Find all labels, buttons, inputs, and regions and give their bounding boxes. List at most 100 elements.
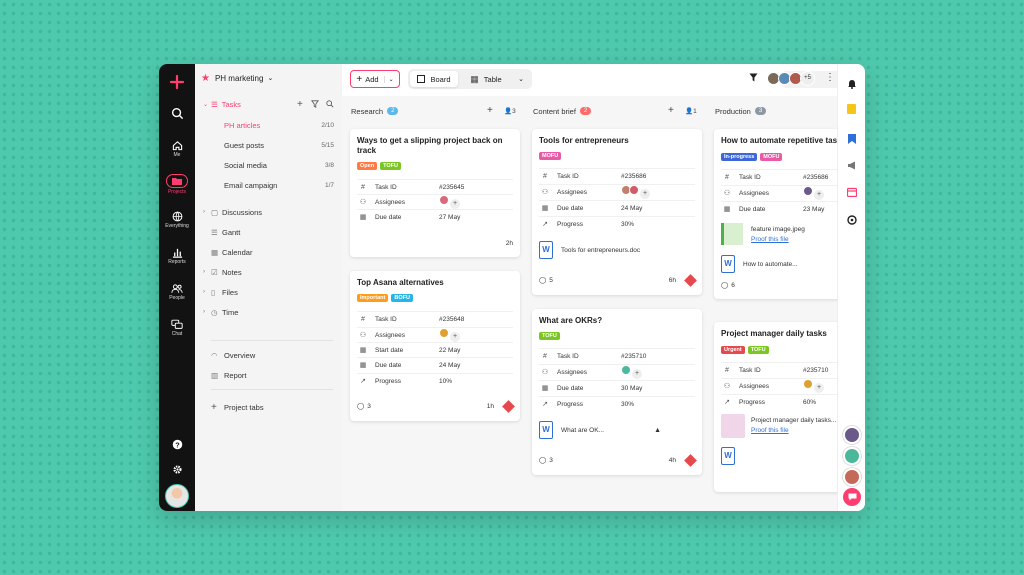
notification-button[interactable] (847, 76, 857, 94)
file-icon: ▯ (211, 287, 216, 297)
add-assignee-button[interactable]: + (814, 190, 824, 200)
settings-button[interactable] (159, 464, 195, 476)
add-list-icon[interactable]: + (297, 99, 303, 110)
add-assignee-button[interactable]: + (450, 332, 460, 342)
avatar[interactable] (843, 447, 861, 465)
task-list-item[interactable]: Email campaign 1/7 (195, 178, 342, 192)
column-count-badge: 2 (579, 107, 592, 115)
attachment[interactable]: W Tools for entrepreneurs.doc (539, 238, 695, 262)
member-avatars[interactable]: +5 (767, 71, 815, 86)
project-tabs-button[interactable]: + Project tabs (195, 400, 342, 414)
folder-icon (166, 174, 188, 188)
task-list-item[interactable]: Social media 3/8 (195, 158, 342, 172)
add-assignee-button[interactable]: + (632, 369, 642, 379)
more-views-button[interactable]: ⌄ (512, 71, 530, 87)
column-header-research: Research 2 (351, 104, 399, 118)
sidebar-item-time[interactable]: › ◷ Time (195, 305, 342, 319)
globe-icon (172, 211, 182, 222)
task-card[interactable]: Tools for entrepreneurs MOFU # Task ID #23… (532, 129, 702, 295)
nav-everything[interactable]: Everything (159, 211, 195, 229)
add-assignee-button[interactable]: + (450, 199, 460, 209)
field-value: 30% (621, 400, 635, 408)
tag-important: Important (357, 294, 389, 302)
more-options-icon[interactable]: ⋮ (825, 72, 835, 83)
filter-icon[interactable] (311, 100, 319, 108)
attachment[interactable]: W (721, 444, 837, 468)
column-people: 👤1 (685, 107, 697, 115)
calendar-button[interactable] (846, 184, 858, 202)
filter-icon (749, 73, 758, 82)
field-start-date: ▦ Start date 22 May (357, 342, 513, 357)
help-button[interactable]: ? (159, 439, 195, 451)
task-card[interactable]: How to automate repetitive tasks In-prog… (714, 129, 837, 299)
tag-urgent: Urgent (721, 346, 745, 354)
field-label: Due date (375, 213, 402, 221)
sidebar-item-files[interactable]: › ▯ Files (195, 285, 342, 299)
add-assignee-button[interactable]: + (814, 383, 824, 393)
field-label: Assignees (375, 331, 405, 339)
announcement-button[interactable] (847, 157, 857, 175)
sticky-note-icon[interactable] (847, 104, 856, 114)
sidebar-item-overview[interactable]: ◠ Overview (195, 348, 342, 362)
board-view-button[interactable]: Board (410, 71, 458, 87)
task-card[interactable]: Ways to get a slipping project back on t… (350, 129, 520, 257)
field-label: Progress (739, 398, 766, 406)
table-view-button[interactable]: ▦ Table (462, 71, 510, 87)
field-task-id: # Task ID #235686 (721, 169, 837, 184)
search-icon[interactable] (326, 100, 334, 108)
user-avatar[interactable] (165, 484, 189, 508)
filter-button[interactable] (749, 73, 758, 84)
comment-icon: ◯ (539, 457, 547, 464)
field-value: 22 May (439, 346, 461, 354)
comment-icon: ◯ (357, 403, 365, 410)
nav-people[interactable]: People (159, 283, 195, 301)
task-card[interactable]: Project manager daily tasks Urgent TOFU #… (714, 322, 837, 492)
project-switcher[interactable]: ★ PH marketing ⌄ (195, 71, 342, 85)
timer-button[interactable] (847, 212, 857, 230)
search-button[interactable] (159, 107, 195, 121)
nav-reports[interactable]: Reports (159, 247, 195, 265)
sidebar-item-discussions[interactable]: › ▢ Discussions (195, 205, 342, 219)
add-assignee-button[interactable]: + (640, 189, 650, 199)
bookmark-button[interactable] (848, 131, 856, 149)
word-doc-icon: W (721, 447, 735, 465)
sidebar-item-notes[interactable]: › ☑ Notes (195, 265, 342, 279)
sidebar-item-gantt[interactable]: ☰ Gantt (195, 225, 342, 239)
nav-chat[interactable]: Chat (159, 319, 195, 337)
task-card[interactable]: What are OKRs? TOFU # Task ID #235710 ⚇ Ass… (532, 309, 702, 475)
column-title: Content brief (533, 106, 576, 116)
add-task-button[interactable]: + (487, 105, 493, 116)
sidebar-item-calendar[interactable]: ▦ Calendar (195, 245, 342, 259)
add-button[interactable]: + Add ⌄ (350, 70, 400, 88)
hash-icon: # (361, 315, 365, 323)
card-footer: ◯ 6 (721, 279, 837, 291)
task-list-item[interactable]: Guest posts 5/15 (195, 138, 342, 152)
proof-link[interactable]: Proof this file (751, 236, 805, 243)
board-label: Board (430, 74, 451, 84)
task-card[interactable]: Top Asana alternatives Important BOFU # Ta… (350, 271, 520, 421)
attachment[interactable]: W How to automate... (721, 252, 837, 276)
create-button[interactable] (159, 74, 195, 91)
time-estimate: 4h (668, 456, 676, 464)
avatar[interactable] (843, 468, 861, 486)
chat-button[interactable] (843, 488, 861, 506)
field-progress: ↗ Progress 30% (539, 216, 695, 231)
chevron-down-icon: ⌄ (518, 76, 524, 83)
sidebar-item-label: Overview (224, 350, 256, 360)
field-due-date: ▦ Due date 24 May (357, 357, 513, 372)
attachment[interactable]: W What are OK... ▲ (539, 418, 695, 442)
sidebar-item-report[interactable]: ▥ Report (195, 368, 342, 382)
field-label: Assignees (739, 382, 769, 390)
attachment[interactable]: Project manager daily tasks... Proof this… (721, 414, 837, 440)
nav-projects[interactable]: Projects (159, 174, 195, 195)
nav-me[interactable]: Me (159, 140, 195, 158)
add-task-button[interactable]: + (668, 105, 674, 116)
proof-link[interactable]: Proof this file (751, 427, 836, 434)
tasks-section[interactable]: ⌄ ☰ Tasks + (195, 97, 342, 111)
attachment[interactable]: feature image.jpeg Proof this file (721, 223, 837, 249)
task-list-item[interactable]: PH articles 2/10 (195, 118, 342, 132)
search-icon (171, 107, 183, 120)
avatar (439, 195, 449, 205)
avatar[interactable] (843, 426, 861, 444)
field-label: Progress (557, 220, 584, 228)
